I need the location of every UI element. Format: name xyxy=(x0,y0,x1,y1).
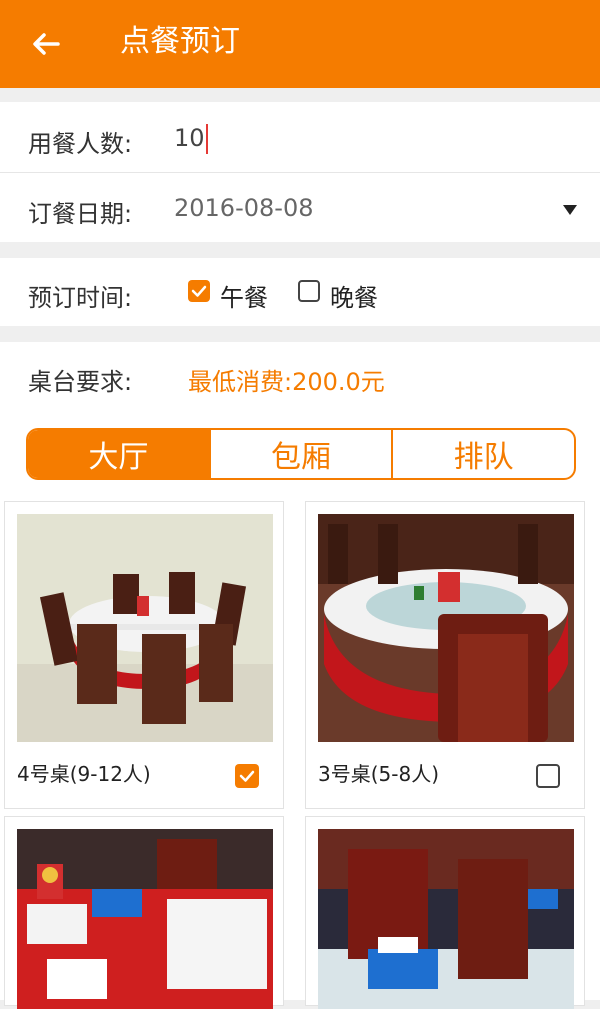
table-photo xyxy=(318,514,574,742)
date-label: 订餐日期: xyxy=(28,200,133,228)
tab-hall[interactable]: 大厅 xyxy=(28,430,209,478)
dropdown-triangle-icon[interactable] xyxy=(562,204,578,216)
table-label: 4号桌(9-12人) xyxy=(17,762,151,786)
row-divider xyxy=(0,172,600,173)
arrow-left-icon[interactable] xyxy=(28,26,64,62)
lunch-label[interactable]: 午餐 xyxy=(220,278,268,313)
booking-time-section: 预订时间: 午餐 晚餐 xyxy=(0,258,600,326)
page-title: 点餐预订 xyxy=(120,24,240,59)
table-card[interactable]: 4号桌(9-12人) xyxy=(4,501,284,809)
app-header: 点餐预订 xyxy=(0,0,600,88)
booking-basic-section: 用餐人数: 10 订餐日期: 2016-08-08 xyxy=(0,102,600,242)
check-icon xyxy=(239,770,255,782)
table-photo xyxy=(318,829,574,1009)
table-photo xyxy=(17,829,273,1009)
table-card[interactable] xyxy=(305,816,585,1009)
time-label: 预订时间: xyxy=(28,284,133,312)
lunch-checkbox[interactable] xyxy=(188,280,210,302)
tab-private-room[interactable]: 包厢 xyxy=(208,430,392,478)
table-req-label: 桌台要求: xyxy=(28,368,133,396)
table-checkbox[interactable] xyxy=(536,764,560,788)
area-tabs: 大厅 包厢 排队 xyxy=(26,428,576,480)
guests-label: 用餐人数: xyxy=(28,130,133,158)
table-label: 3号桌(5-8人) xyxy=(318,762,439,786)
guests-value: 10 xyxy=(174,124,205,152)
table-card[interactable]: 3号桌(5-8人) xyxy=(305,501,585,809)
date-select[interactable]: 2016-08-08 xyxy=(174,194,313,222)
table-card[interactable] xyxy=(4,816,284,1009)
min-charge-text: 最低消费:200.0元 xyxy=(188,368,385,396)
dinner-checkbox[interactable] xyxy=(298,280,320,302)
table-photo xyxy=(17,514,273,742)
dinner-label[interactable]: 晚餐 xyxy=(330,278,378,313)
tab-queue[interactable]: 排队 xyxy=(391,430,574,478)
guests-input[interactable]: 10 xyxy=(174,124,208,154)
check-icon xyxy=(191,285,207,297)
table-checkbox[interactable] xyxy=(235,764,259,788)
text-caret xyxy=(205,124,208,154)
